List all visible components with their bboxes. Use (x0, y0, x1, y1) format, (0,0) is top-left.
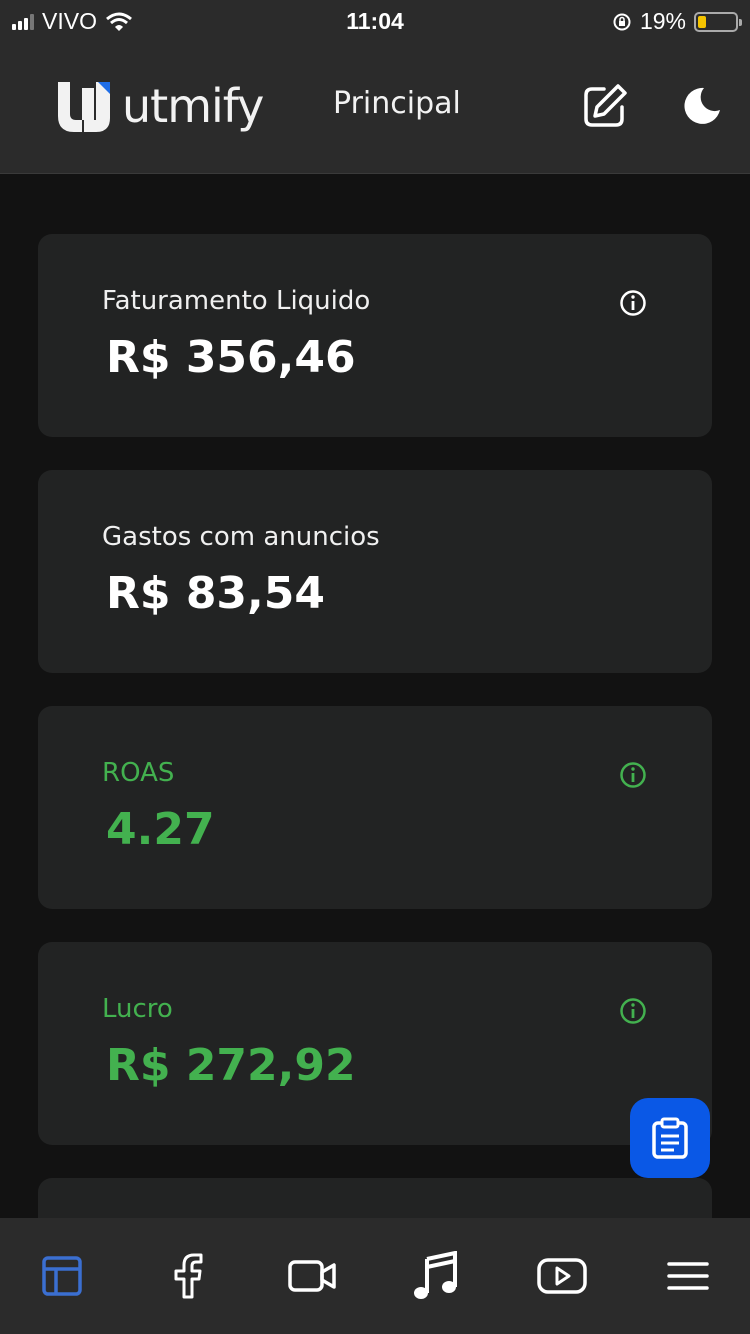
moon-icon (684, 87, 720, 124)
battery-icon (694, 11, 742, 32)
utmify-logo-icon (58, 82, 110, 132)
video-camera-icon (288, 1260, 336, 1292)
facebook-icon (174, 1253, 203, 1299)
nav-menu[interactable] (658, 1246, 718, 1306)
nav-youtube[interactable] (532, 1246, 592, 1306)
battery-percent: 19% (639, 8, 686, 34)
info-icon[interactable] (618, 288, 648, 318)
nav-dashboard[interactable] (32, 1246, 92, 1306)
metric-value: R$ 83,54 (106, 568, 325, 619)
metric-card-ad-spend: Gastos com anuncios R$ 83,54 (38, 470, 712, 673)
edit-button[interactable] (581, 82, 629, 130)
info-icon[interactable] (618, 760, 648, 790)
metric-label: ROAS (102, 758, 175, 788)
metric-card-partial (38, 1178, 712, 1218)
metric-card-net-revenue: Faturamento Liquido R$ 356,46 (38, 234, 712, 437)
metric-value: R$ 356,46 (106, 332, 356, 383)
metric-value: 4.27 (106, 804, 215, 855)
report-fab-button[interactable] (630, 1098, 710, 1178)
dashboard-icon (42, 1256, 82, 1296)
metric-card-profit: Lucro R$ 272,92 (38, 942, 712, 1145)
edit-icon (584, 84, 627, 127)
status-bar: VIVO 11:04 19% (0, 0, 750, 42)
nav-video[interactable] (282, 1246, 342, 1306)
page-title: Principal (333, 86, 461, 121)
metric-value: R$ 272,92 (106, 1040, 356, 1091)
metric-card-roas: ROAS 4.27 (38, 706, 712, 909)
nav-facebook[interactable] (158, 1246, 218, 1306)
logo-text: utmify (122, 79, 264, 133)
app-header: utmify Principal (0, 42, 750, 174)
dashboard-content: Faturamento Liquido R$ 356,46 Gastos com… (0, 175, 750, 1218)
nav-music[interactable] (406, 1246, 466, 1306)
theme-toggle-button[interactable] (678, 82, 726, 130)
logo: utmify (56, 78, 264, 134)
metric-label: Gastos com anuncios (102, 522, 380, 552)
youtube-icon (537, 1258, 587, 1294)
bottom-nav (0, 1218, 750, 1334)
info-icon[interactable] (618, 996, 648, 1026)
music-note-icon (414, 1251, 457, 1299)
metric-label: Faturamento Liquido (102, 286, 371, 316)
metric-label: Lucro (102, 994, 173, 1024)
menu-icon (667, 1262, 709, 1290)
orientation-lock-icon (613, 13, 631, 30)
clipboard-icon (652, 1117, 688, 1159)
status-right: 19% (612, 8, 742, 35)
